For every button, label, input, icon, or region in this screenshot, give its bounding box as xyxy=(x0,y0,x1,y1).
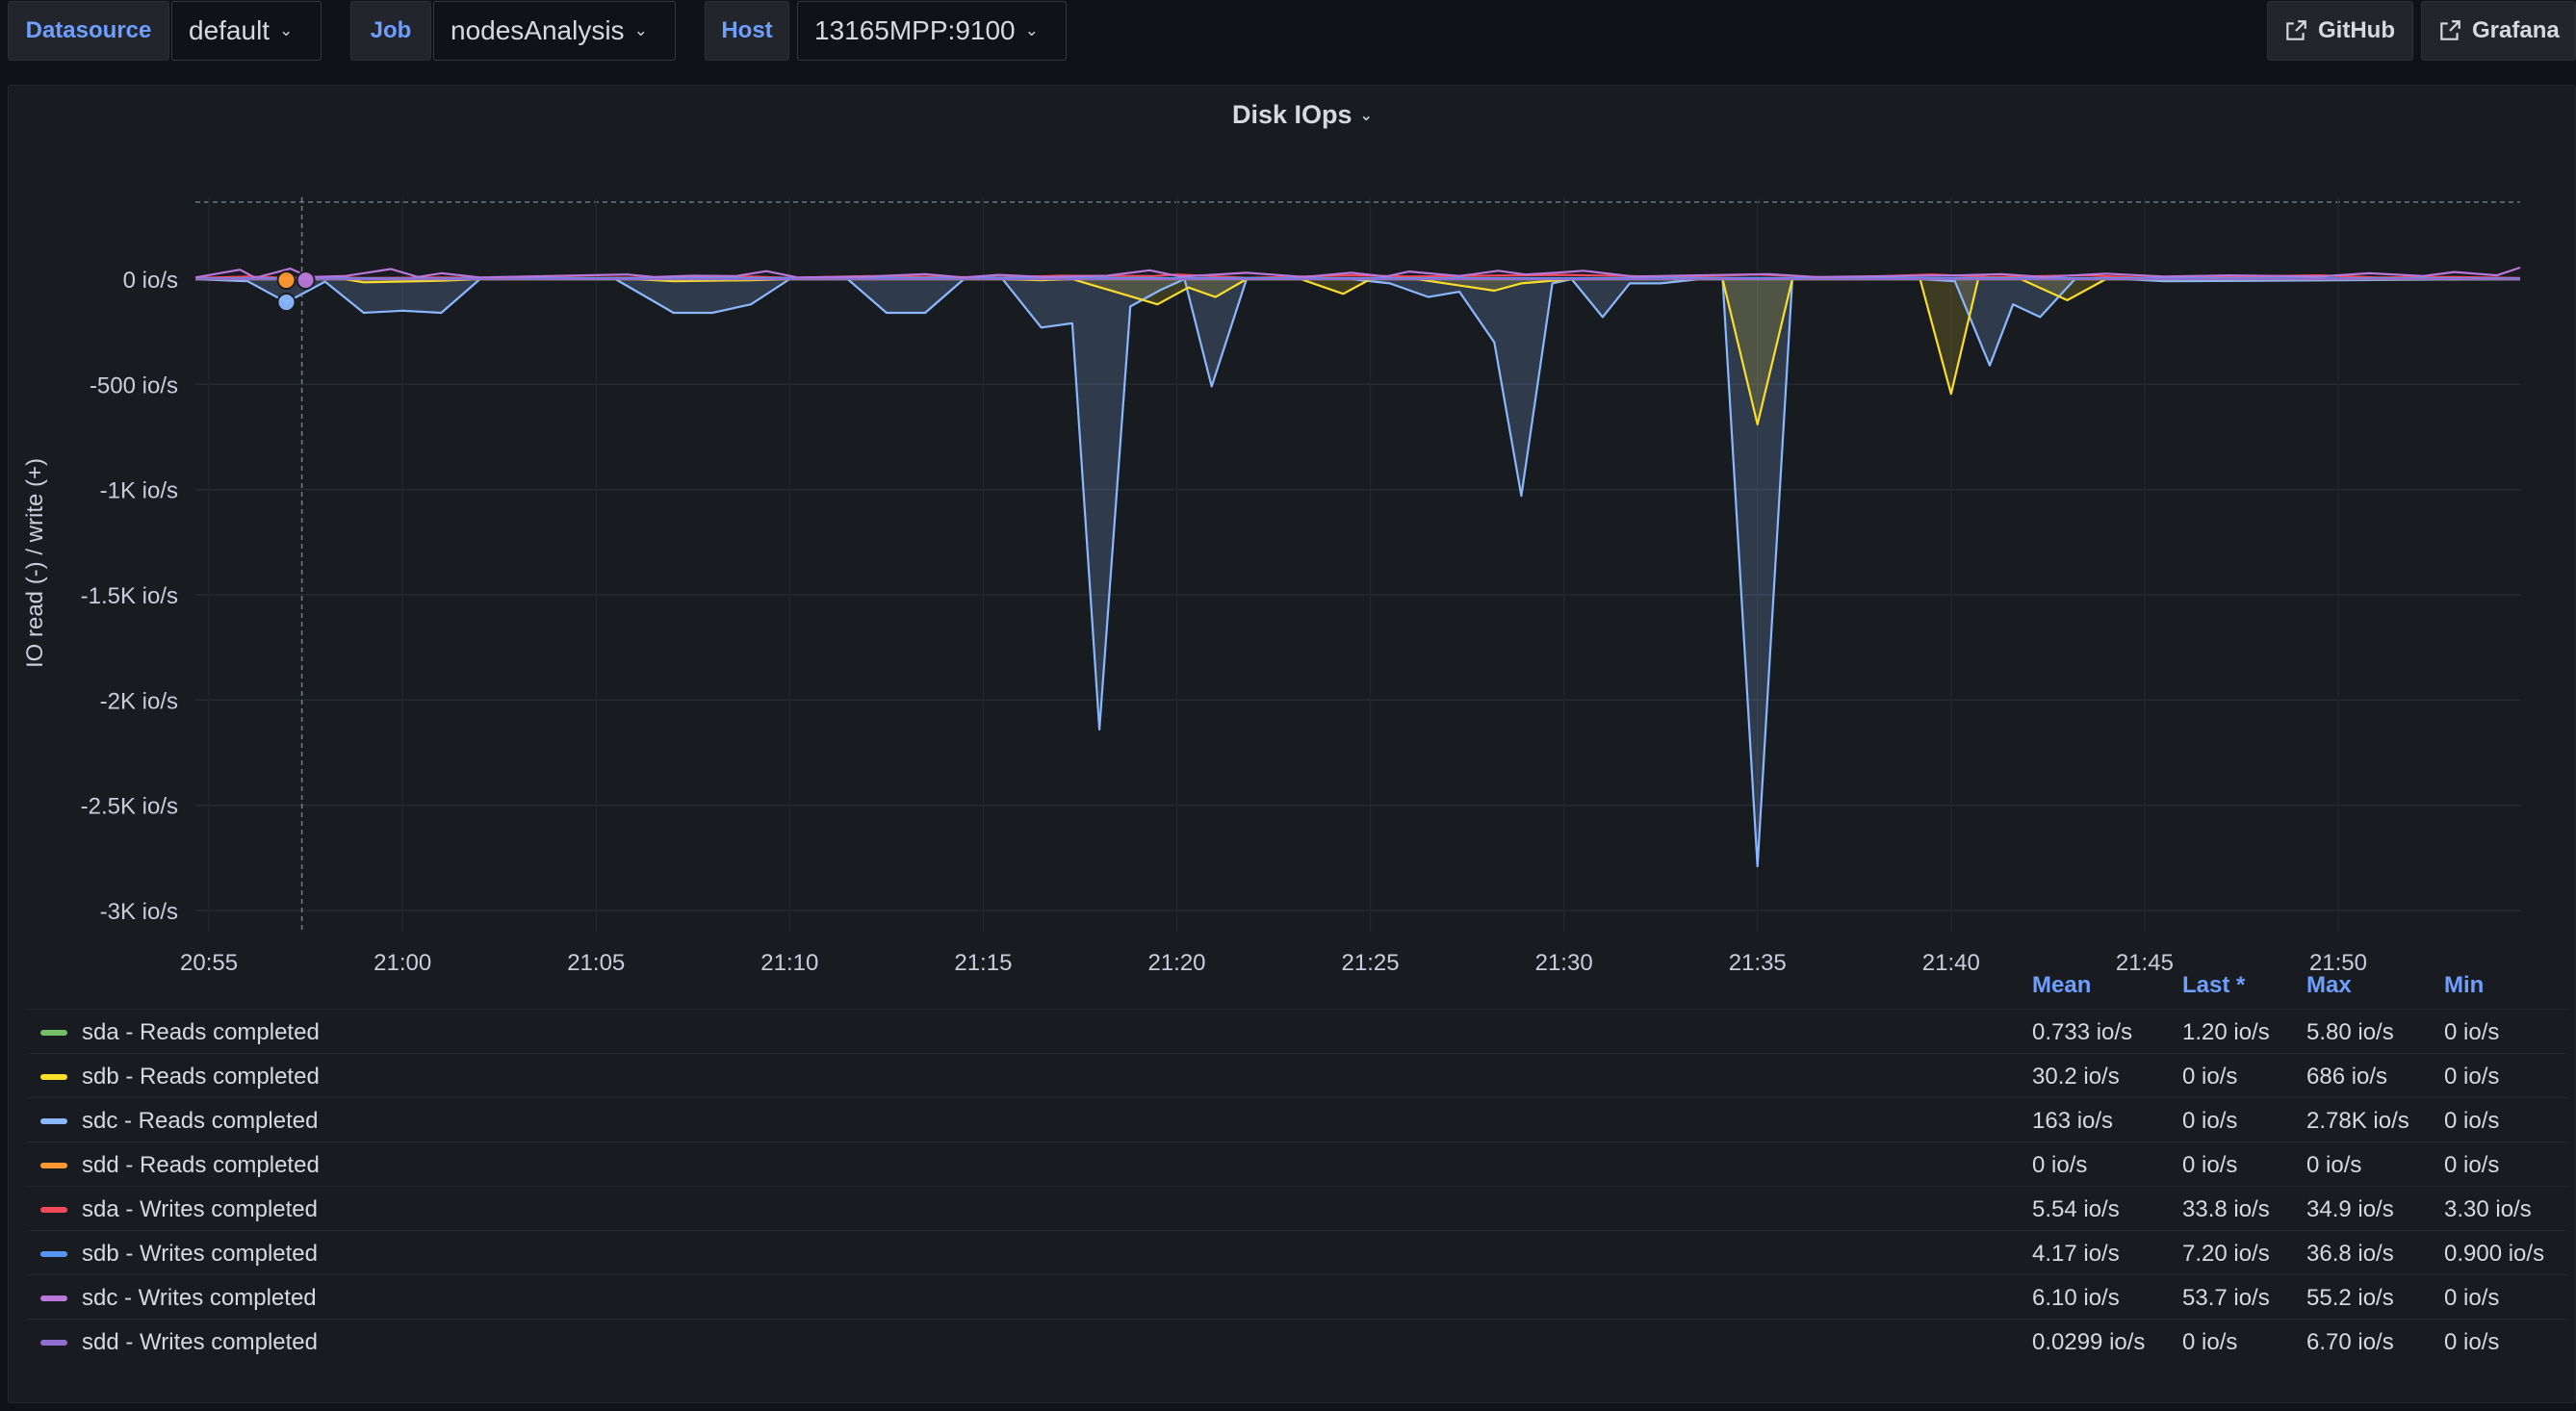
legend-series-name: sdb - Writes completed xyxy=(82,1241,318,1267)
x-tick-label: 21:20 xyxy=(1147,950,1205,972)
series-area-sdb-reads-completed xyxy=(195,279,2520,424)
legend-mean-value: 0 io/s xyxy=(2032,1152,2088,1178)
chart-axis-labels: 0 io/s -500 io/s -1K io/s -1.5K io/s -2K io/… xyxy=(22,268,2367,972)
hover-point xyxy=(276,270,296,291)
legend-series-name: sdd - Writes completed xyxy=(82,1329,318,1355)
x-tick-label: 21:25 xyxy=(1342,950,1400,972)
legend-mean-value: 0.733 io/s xyxy=(2032,1019,2133,1045)
legend-max-value: 2.78K io/s xyxy=(2306,1108,2409,1134)
legend-mean-value: 6.10 io/s xyxy=(2032,1285,2120,1311)
legend-series-name: sda - Reads completed xyxy=(82,1019,320,1045)
series-line-sdb-reads-completed xyxy=(195,277,2520,425)
legend-last-value: 0 io/s xyxy=(2182,1152,2238,1178)
legend-min-value: 0 io/s xyxy=(2444,1019,2500,1045)
legend-mean-value: 30.2 io/s xyxy=(2032,1064,2120,1090)
legend-series-name: sdc - Writes completed xyxy=(82,1285,317,1311)
legend-row[interactable]: sda - Writes completed 5.54 io/s 33.8 io/s… xyxy=(27,1186,2568,1230)
x-tick-label: 21:45 xyxy=(2116,950,2174,972)
legend-max-value: 36.8 io/s xyxy=(2306,1241,2394,1267)
legend-color-swatch xyxy=(40,1207,67,1213)
legend-row[interactable]: sdd - Reads completed 0 io/s 0 io/s 0 io/s 0… xyxy=(27,1142,2568,1186)
legend-color-swatch xyxy=(40,1163,67,1168)
legend-color-swatch xyxy=(40,1296,67,1301)
legend-mean-value: 5.54 io/s xyxy=(2032,1196,2120,1222)
legend-max-value: 6.70 io/s xyxy=(2306,1329,2394,1355)
legend-color-swatch xyxy=(40,1251,67,1257)
y-axis-title: IO read (-) / write (+) xyxy=(22,458,48,668)
legend-color-swatch xyxy=(40,1030,67,1036)
series-area-sdc-reads-completed xyxy=(195,279,2520,867)
y-tick-label: 0 io/s xyxy=(123,268,178,294)
legend-row[interactable]: sdb - Writes completed 4.17 io/s 7.20 io/s… xyxy=(27,1230,2568,1274)
hover-point xyxy=(276,293,296,313)
legend-row[interactable]: sdc - Reads completed 163 io/s 0 io/s 2.78K… xyxy=(27,1097,2568,1142)
x-tick-label: 21:50 xyxy=(2309,950,2367,972)
legend-mean-value: 163 io/s xyxy=(2032,1108,2114,1134)
legend-min-value: 0 io/s xyxy=(2444,1108,2500,1134)
y-tick-label: -3K io/s xyxy=(100,899,178,925)
legend-last-value: 0 io/s xyxy=(2182,1108,2238,1134)
x-tick-label: 21:40 xyxy=(1922,950,1980,972)
legend-min-value: 0 io/s xyxy=(2444,1064,2500,1090)
legend-last-value: 0 io/s xyxy=(2182,1064,2238,1090)
chart-series-areas xyxy=(195,279,2520,867)
y-tick-label: -1.5K io/s xyxy=(81,583,178,609)
legend-last-value: 7.20 io/s xyxy=(2182,1241,2270,1267)
legend-max-value: 34.9 io/s xyxy=(2306,1196,2394,1222)
x-tick-label: 21:00 xyxy=(374,950,431,972)
legend-min-value: 0.900 io/s xyxy=(2444,1241,2545,1267)
x-tick-label: 20:55 xyxy=(180,950,238,972)
legend-last-value: 53.7 io/s xyxy=(2182,1285,2270,1311)
legend-series-name: sdb - Reads completed xyxy=(82,1064,320,1090)
legend-last-value: 0 io/s xyxy=(2182,1329,2238,1355)
y-tick-label: -500 io/s xyxy=(90,372,178,398)
legend-row[interactable]: sda - Reads completed 0.733 io/s 1.20 io/s… xyxy=(27,1009,2568,1053)
legend-mean-value: 4.17 io/s xyxy=(2032,1241,2120,1267)
y-tick-label: -1K io/s xyxy=(100,478,178,504)
disk-iops-chart[interactable]: 0 io/s -500 io/s -1K io/s -1.5K io/s -2K io/… xyxy=(0,0,2576,972)
x-tick-label: 21:30 xyxy=(1535,950,1593,972)
hover-point xyxy=(296,270,316,291)
legend-series-name: sdd - Reads completed xyxy=(82,1152,320,1178)
legend-last-value: 1.20 io/s xyxy=(2182,1019,2270,1045)
legend-mean-value: 0.0299 io/s xyxy=(2032,1329,2146,1355)
legend-max-value: 0 io/s xyxy=(2306,1152,2362,1178)
legend-color-swatch xyxy=(40,1074,67,1080)
legend-color-swatch xyxy=(40,1118,67,1124)
legend-min-value: 0 io/s xyxy=(2444,1329,2500,1355)
legend-row[interactable]: sdd - Writes completed 0.0299 io/s 0 io/s 6… xyxy=(27,1319,2568,1363)
legend-max-value: 55.2 io/s xyxy=(2306,1285,2394,1311)
legend-max-value: 686 io/s xyxy=(2306,1064,2388,1090)
x-tick-label: 21:05 xyxy=(567,950,625,972)
legend-row[interactable]: sdb - Reads completed 30.2 io/s 0 io/s 686 … xyxy=(27,1053,2568,1097)
chart-grid xyxy=(195,197,2520,932)
legend-row[interactable]: sdc - Writes completed 6.10 io/s 53.7 io/s… xyxy=(27,1274,2568,1319)
legend-max-value: 5.80 io/s xyxy=(2306,1019,2394,1045)
legend-min-value: 3.30 io/s xyxy=(2444,1196,2532,1222)
legend-min-value: 0 io/s xyxy=(2444,1152,2500,1178)
series-line-sdc-reads-completed xyxy=(194,277,2521,868)
legend-color-swatch xyxy=(40,1340,67,1346)
x-tick-label: 21:10 xyxy=(760,950,818,972)
chart-series-lines xyxy=(194,266,2521,868)
legend-last-value: 33.8 io/s xyxy=(2182,1196,2270,1222)
legend-min-value: 0 io/s xyxy=(2444,1285,2500,1311)
y-tick-label: -2.5K io/s xyxy=(81,794,178,820)
legend-series-name: sdc - Reads completed xyxy=(82,1108,319,1134)
chart-hover-markers xyxy=(276,197,316,934)
x-tick-label: 21:35 xyxy=(1729,950,1787,972)
y-tick-label: -2K io/s xyxy=(100,688,178,714)
legend-series-name: sda - Writes completed xyxy=(82,1196,318,1222)
x-tick-label: 21:15 xyxy=(954,950,1012,972)
